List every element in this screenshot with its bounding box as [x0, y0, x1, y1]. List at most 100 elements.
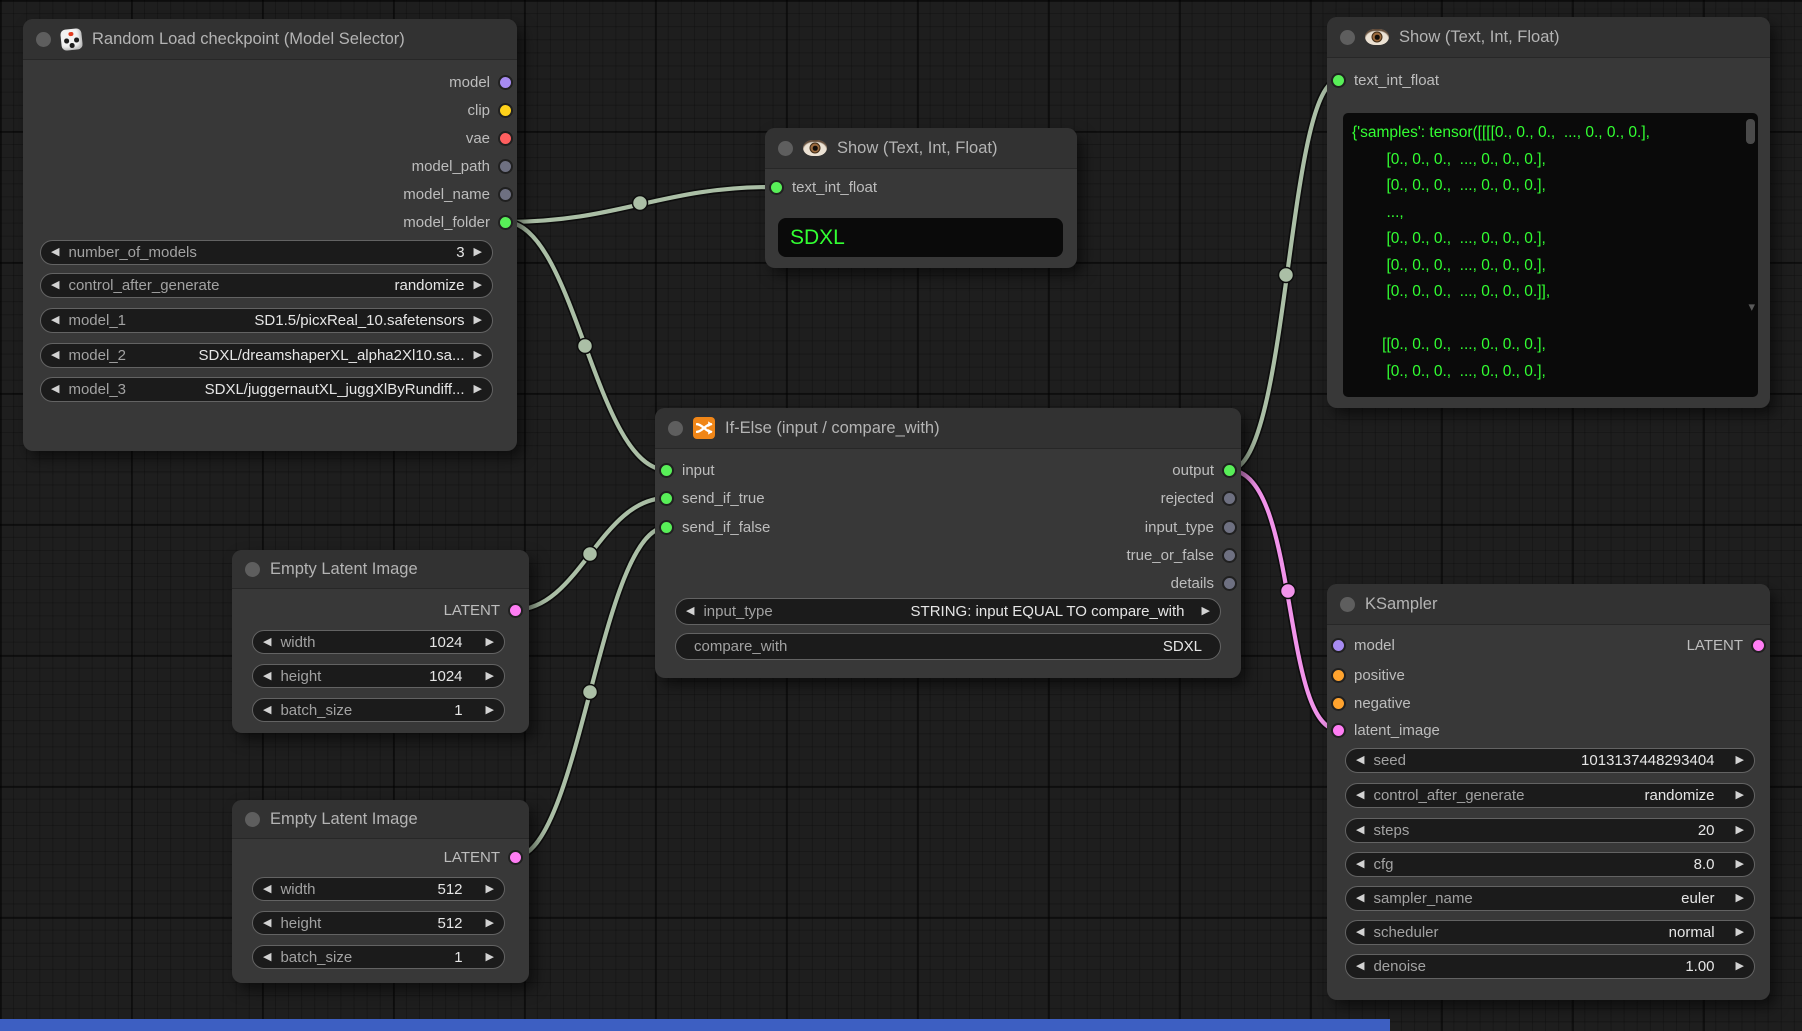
node-if-else[interactable]: If-Else (input / compare_with) input sen…: [655, 408, 1241, 678]
output-slot-latent[interactable]: LATENT: [444, 598, 523, 622]
widget-model-2[interactable]: ◀ model_2 SDXL/dreamshaperXL_alpha2Xl10.…: [40, 343, 493, 368]
slot-dot[interactable]: [1222, 548, 1237, 563]
increment-arrow-icon[interactable]: ▶: [1736, 790, 1744, 801]
increment-arrow-icon[interactable]: ▶: [1736, 961, 1744, 972]
increment-arrow-icon[interactable]: ▶: [474, 247, 482, 258]
link-midpoint-dot[interactable]: [583, 685, 598, 700]
collapse-dot[interactable]: [36, 32, 51, 47]
slot-dot[interactable]: [659, 463, 674, 478]
input-slot-negative[interactable]: negative: [1331, 691, 1411, 715]
widget-width[interactable]: ◀ width 1024 ▶: [252, 630, 505, 654]
link-midpoint-dot[interactable]: [583, 547, 598, 562]
widget-input-type[interactable]: ◀ input_type STRING: input EQUAL TO comp…: [675, 598, 1221, 625]
decrement-arrow-icon[interactable]: ◀: [263, 952, 271, 963]
widget-steps[interactable]: ◀ steps 20 ▶: [1345, 818, 1755, 843]
widget-scheduler[interactable]: ◀ scheduler normal ▶: [1345, 920, 1755, 945]
show-tensor-textarea[interactable]: {'samples': tensor([[[[0., 0., 0., ..., …: [1343, 113, 1758, 397]
decrement-arrow-icon[interactable]: ◀: [51, 247, 59, 258]
collapse-dot[interactable]: [668, 421, 683, 436]
widget-height[interactable]: ◀ height 512 ▶: [252, 911, 505, 935]
slot-dot[interactable]: [1222, 576, 1237, 591]
decrement-arrow-icon[interactable]: ◀: [263, 918, 271, 929]
scrollbar-down-icon[interactable]: ▾: [1748, 299, 1755, 315]
node-title-bar[interactable]: Show (Text, Int, Float): [1327, 17, 1770, 58]
collapse-dot[interactable]: [245, 812, 260, 827]
node-graph-canvas[interactable]: Random Load checkpoint (Model Selector) …: [0, 0, 1802, 1031]
show-value-display[interactable]: SDXL: [778, 218, 1063, 257]
node-empty-latent-image-1[interactable]: Empty Latent Image LATENT ◀ width 1024 ▶…: [232, 550, 529, 733]
increment-arrow-icon[interactable]: ▶: [486, 884, 494, 895]
widget-model-3[interactable]: ◀ model_3 SDXL/juggernautXL_juggXlByRund…: [40, 377, 493, 402]
decrement-arrow-icon[interactable]: ◀: [263, 884, 271, 895]
output-slot-latent[interactable]: LATENT: [1687, 633, 1766, 657]
slot-dot[interactable]: [1331, 723, 1346, 738]
increment-arrow-icon[interactable]: ▶: [1736, 859, 1744, 870]
widget-control-after-generate[interactable]: ◀ control_after_generate randomize ▶: [40, 273, 493, 298]
slot-dot[interactable]: [1222, 491, 1237, 506]
input-slot-positive[interactable]: positive: [1331, 663, 1405, 687]
input-slot-send-if-false[interactable]: send_if_false: [659, 515, 770, 539]
increment-arrow-icon[interactable]: ▶: [486, 671, 494, 682]
output-slot-input-type[interactable]: input_type: [1145, 515, 1237, 539]
decrement-arrow-icon[interactable]: ◀: [1356, 927, 1364, 938]
increment-arrow-icon[interactable]: ▶: [1736, 927, 1744, 938]
collapse-dot[interactable]: [245, 562, 260, 577]
decrement-arrow-icon[interactable]: ◀: [1356, 859, 1364, 870]
widget-model-1[interactable]: ◀ model_1 SD1.5/picxReal_10.safetensors …: [40, 308, 493, 333]
increment-arrow-icon[interactable]: ▶: [1736, 893, 1744, 904]
decrement-arrow-icon[interactable]: ◀: [51, 280, 59, 291]
node-title-bar[interactable]: If-Else (input / compare_with): [655, 408, 1241, 449]
widget-batch-size[interactable]: ◀ batch_size 1 ▶: [252, 698, 505, 722]
decrement-arrow-icon[interactable]: ◀: [263, 705, 271, 716]
node-title-bar[interactable]: Random Load checkpoint (Model Selector): [23, 19, 517, 60]
increment-arrow-icon[interactable]: ▶: [486, 952, 494, 963]
decrement-arrow-icon[interactable]: ◀: [263, 671, 271, 682]
widget-control-after-generate[interactable]: ◀ control_after_generate randomize ▶: [1345, 783, 1755, 808]
widget-seed[interactable]: ◀ seed 1013137448293404 ▶: [1345, 748, 1755, 773]
input-slot-send-if-true[interactable]: send_if_true: [659, 486, 765, 510]
widget-cfg[interactable]: ◀ cfg 8.0 ▶: [1345, 852, 1755, 877]
node-show-right[interactable]: Show (Text, Int, Float) text_int_float {…: [1327, 17, 1770, 408]
slot-dot[interactable]: [1331, 696, 1346, 711]
widget-number-of-models[interactable]: ◀ number_of_models 3 ▶: [40, 240, 493, 265]
slot-dot[interactable]: [1331, 668, 1346, 683]
widget-denoise[interactable]: ◀ denoise 1.00 ▶: [1345, 954, 1755, 979]
node-empty-latent-image-2[interactable]: Empty Latent Image LATENT ◀ width 512 ▶ …: [232, 800, 529, 983]
slot-dot[interactable]: [659, 491, 674, 506]
input-slot-model[interactable]: model: [1331, 633, 1395, 657]
widget-compare-with[interactable]: compare_with SDXL: [675, 633, 1221, 660]
output-slot-latent[interactable]: LATENT: [444, 845, 523, 869]
decrement-arrow-icon[interactable]: ◀: [686, 606, 694, 617]
output-slot-model[interactable]: model: [449, 70, 513, 94]
collapse-dot[interactable]: [1340, 597, 1355, 612]
scrollbar-thumb[interactable]: [1746, 119, 1755, 144]
output-slot-model-folder[interactable]: model_folder: [403, 210, 513, 234]
output-slot-rejected[interactable]: rejected: [1161, 486, 1237, 510]
node-title-bar[interactable]: Show (Text, Int, Float): [765, 128, 1077, 169]
widget-width[interactable]: ◀ width 512 ▶: [252, 877, 505, 901]
input-slot-text-int-float[interactable]: text_int_float: [769, 175, 877, 199]
slot-dot[interactable]: [498, 215, 513, 230]
increment-arrow-icon[interactable]: ▶: [474, 280, 482, 291]
input-slot-latent-image[interactable]: latent_image: [1331, 718, 1440, 742]
slot-dot[interactable]: [498, 103, 513, 118]
node-ksampler[interactable]: KSampler model positive negative latent_…: [1327, 584, 1770, 1000]
slot-dot[interactable]: [1331, 73, 1346, 88]
decrement-arrow-icon[interactable]: ◀: [1356, 755, 1364, 766]
output-slot-clip[interactable]: clip: [467, 98, 513, 122]
slot-dot[interactable]: [508, 603, 523, 618]
output-slot-output[interactable]: output: [1172, 458, 1237, 482]
input-slot-input[interactable]: input: [659, 458, 715, 482]
increment-arrow-icon[interactable]: ▶: [486, 705, 494, 716]
increment-arrow-icon[interactable]: ▶: [474, 384, 482, 395]
slot-dot[interactable]: [498, 159, 513, 174]
node-random-load-checkpoint[interactable]: Random Load checkpoint (Model Selector) …: [23, 19, 517, 451]
slot-dot[interactable]: [1751, 638, 1766, 653]
collapse-dot[interactable]: [1340, 30, 1355, 45]
link-midpoint-dot[interactable]: [633, 196, 648, 211]
slot-dot[interactable]: [1222, 520, 1237, 535]
output-slot-true-or-false[interactable]: true_or_false: [1126, 543, 1237, 567]
decrement-arrow-icon[interactable]: ◀: [51, 350, 59, 361]
slot-dot[interactable]: [498, 131, 513, 146]
collapse-dot[interactable]: [778, 141, 793, 156]
